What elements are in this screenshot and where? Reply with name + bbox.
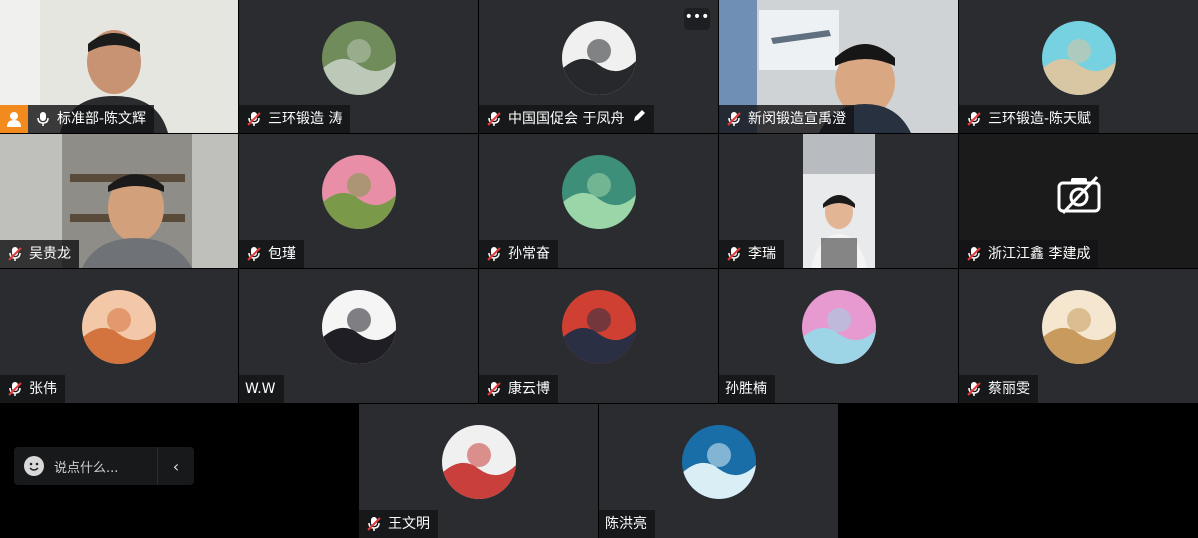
participant-name-label: 中国国促会 于凤舟 (479, 105, 655, 133)
participant-name-label: 蔡丽雯 (959, 375, 1038, 403)
participant-tile[interactable]: ••• 中国国促会 于凤舟 (479, 0, 718, 133)
participant-name: 新闵锻造宣禹澄 (748, 111, 846, 127)
mic-muted-icon (245, 110, 263, 128)
chat-placeholder: 说点什么... (54, 460, 119, 476)
participant-tile[interactable]: 王文明 (359, 404, 598, 538)
participant-tile[interactable]: 蔡丽雯 (959, 269, 1198, 403)
mic-muted-icon (965, 110, 983, 128)
mic-muted-icon (6, 380, 24, 398)
avatar (801, 290, 876, 364)
participant-name-label: 新闵锻造宣禹澄 (719, 105, 854, 133)
participant-name: 浙江江鑫 李建成 (988, 246, 1091, 262)
chat-input[interactable]: 说点什么... ‹ (14, 447, 194, 485)
mic-muted-icon (965, 380, 983, 398)
participant-name: 包瑾 (268, 246, 296, 262)
participant-tile[interactable]: 孙常奋 (479, 134, 718, 268)
avatar (321, 290, 396, 364)
mic-muted-icon (965, 245, 983, 263)
avatar (1041, 290, 1116, 364)
mic-muted-icon (485, 380, 503, 398)
participant-name: 蔡丽雯 (988, 381, 1030, 397)
participant-name-label: 陈洪亮 (599, 510, 655, 538)
avatar (441, 425, 516, 499)
mic-muted-icon (6, 245, 24, 263)
camera-off-icon (1055, 175, 1103, 215)
participant-name: 陈洪亮 (605, 516, 647, 532)
participant-name: 王文明 (388, 516, 430, 532)
smile-icon[interactable] (24, 456, 44, 476)
participant-tile[interactable]: 康云博 (479, 269, 718, 403)
participant-name-label: 包瑾 (239, 240, 304, 268)
participant-tile[interactable]: 孙胜楠 (719, 269, 958, 403)
avatar (321, 155, 396, 229)
mic-muted-icon (725, 110, 743, 128)
avatar (681, 425, 756, 499)
participant-name: 孙胜楠 (725, 381, 767, 397)
participant-name-label: 三环锻造 涛 (239, 105, 351, 133)
participant-tile[interactable]: 三环锻造 涛 (239, 0, 478, 133)
participant-tile[interactable]: 三环锻造-陈天赋 (959, 0, 1198, 133)
participant-tile[interactable]: 包瑾 (239, 134, 478, 268)
mic-muted-icon (365, 515, 383, 533)
participant-name: 康云博 (508, 381, 550, 397)
avatar (561, 155, 636, 229)
participant-tile[interactable]: 吴贵龙 (0, 134, 238, 268)
participant-name-label: 三环锻造-陈天赋 (959, 105, 1100, 133)
participant-name: 李瑞 (748, 246, 776, 262)
chevron-left-icon[interactable]: ‹ (157, 447, 194, 485)
participant-tile[interactable]: 新闵锻造宣禹澄 (719, 0, 958, 133)
avatar (82, 290, 156, 364)
participant-name: 标准部-陈文辉 (57, 111, 147, 127)
participant-name-label: 浙江江鑫 李建成 (959, 240, 1099, 268)
participant-name: 三环锻造 涛 (268, 111, 343, 127)
participant-name-label: W.W (239, 375, 284, 403)
participant-name-label: 王文明 (359, 510, 438, 538)
mic-muted-icon (485, 110, 503, 128)
edit-icon[interactable] (632, 105, 646, 133)
participant-tile[interactable]: 标准部-陈文辉 (0, 0, 238, 133)
more-options-button[interactable]: ••• (684, 8, 710, 30)
participant-name: 三环锻造-陈天赋 (988, 111, 1092, 127)
host-icon (0, 105, 28, 133)
participant-name-label: 康云博 (479, 375, 558, 403)
participant-name-label: 标准部-陈文辉 (0, 105, 155, 133)
participant-name: 吴贵龙 (29, 246, 71, 262)
participant-name-label: 孙常奋 (479, 240, 558, 268)
participant-name: 张伟 (29, 381, 57, 397)
participant-name: W.W (245, 381, 276, 397)
avatar (561, 20, 636, 95)
mic-muted-icon (485, 245, 503, 263)
avatar (321, 20, 396, 95)
mic-muted-icon (245, 245, 263, 263)
participant-tile[interactable]: 陈洪亮 (599, 404, 838, 538)
participant-name: 孙常奋 (508, 246, 550, 262)
participant-tile[interactable]: W.W (239, 269, 478, 403)
participant-name-label: 张伟 (0, 375, 65, 403)
participant-name-label: 吴贵龙 (0, 240, 79, 268)
participant-name: 中国国促会 于凤舟 (508, 111, 625, 127)
avatar (561, 290, 636, 364)
mic-muted-icon (725, 245, 743, 263)
avatar (1041, 20, 1116, 95)
mic-icon (34, 110, 52, 128)
participant-name-label: 李瑞 (719, 240, 784, 268)
participant-tile[interactable]: 李瑞 (719, 134, 958, 268)
participant-tile[interactable]: 张伟 (0, 269, 238, 403)
participant-name-label: 孙胜楠 (719, 375, 775, 403)
participant-tile[interactable]: 浙江江鑫 李建成 (959, 134, 1198, 268)
